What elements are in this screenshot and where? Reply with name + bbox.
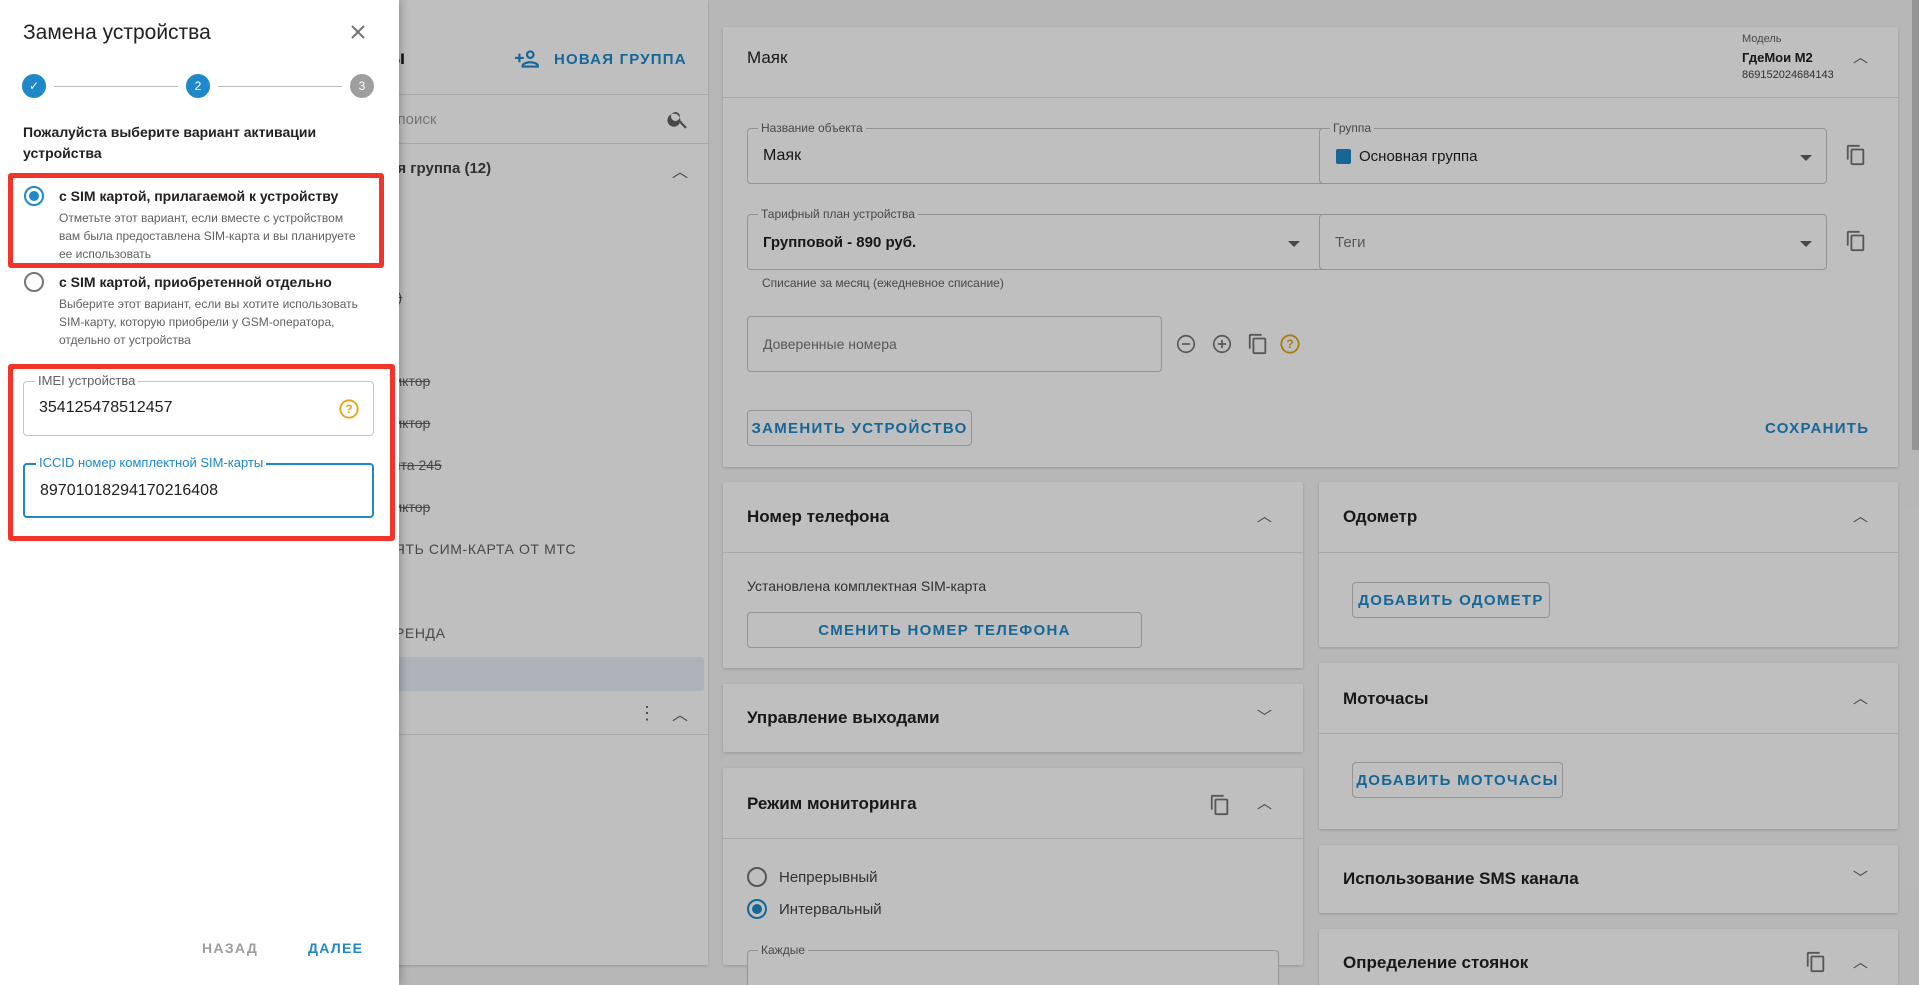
highlight-box xyxy=(8,364,395,541)
activation-question: Пожалуйста выберите вариант активации ус… xyxy=(23,124,317,161)
back-button[interactable]: НАЗАД xyxy=(202,940,258,956)
next-button[interactable]: ДАЛЕЕ xyxy=(308,940,363,956)
step-2-active: 2 xyxy=(186,74,210,98)
stepper-connector xyxy=(218,86,342,87)
step-3-pending: 3 xyxy=(350,74,374,98)
replace-device-dialog: Замена устройства ✓ 2 3 Пожалуйста выбер… xyxy=(0,0,399,985)
step-1-complete: ✓ xyxy=(22,74,46,98)
dialog-title: Замена устройства xyxy=(23,21,211,44)
option-separate-sim-radio[interactable] xyxy=(24,272,44,292)
option-separate-sim-description: Выберите этот вариант, если вы хотите ис… xyxy=(59,297,358,347)
stepper-connector xyxy=(54,86,178,87)
close-icon[interactable] xyxy=(346,20,370,44)
stepper: ✓ 2 3 xyxy=(22,74,377,100)
option-separate-sim-label[interactable]: с SIM картой, приобретенной отдельно xyxy=(59,274,332,290)
highlight-box xyxy=(8,173,384,268)
